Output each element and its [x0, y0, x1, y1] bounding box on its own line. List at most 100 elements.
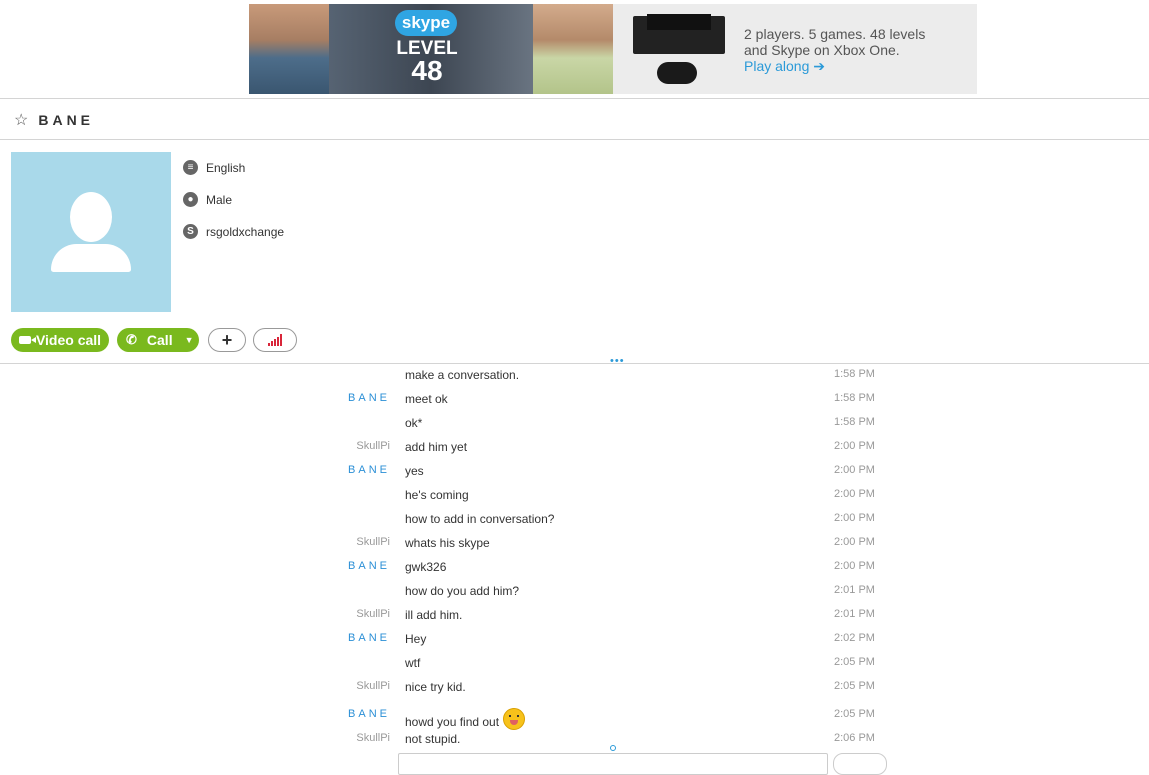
level-badge: LEVEL 48 — [395, 39, 459, 86]
message-text: ill add him. — [405, 608, 462, 622]
skype-icon: S — [183, 224, 198, 239]
language-value: English — [206, 160, 246, 175]
message-time: 2:00 PM — [834, 440, 875, 452]
message-input[interactable] — [398, 753, 828, 775]
message-sender[interactable]: BANE — [348, 632, 390, 644]
message-row[interactable]: he's coming 2:00 PM — [0, 483, 1149, 507]
message-time: 1:58 PM — [834, 392, 875, 404]
camera-icon — [18, 336, 36, 344]
message-sender[interactable]: SkullPi — [356, 608, 390, 620]
message-text: yes — [405, 464, 424, 478]
message-text-content: whats his skype — [405, 536, 490, 550]
message-text: add him yet — [405, 440, 467, 454]
message-time: 2:05 PM — [834, 680, 875, 692]
video-call-button[interactable]: Video call — [11, 328, 109, 352]
message-text: how to add in conversation? — [405, 512, 554, 526]
call-button[interactable]: ✆ Call ▼ — [117, 328, 199, 352]
message-text-content: make a conversation. — [405, 368, 520, 382]
skype-logo: skype — [395, 10, 457, 36]
profile-skype-name: S rsgoldxchange — [183, 224, 284, 239]
message-row[interactable]: SkullPi ill add him. 2:01 PM — [0, 603, 1149, 627]
ad-copy: 2 players. 5 games. 48 levels and Skype … — [744, 26, 925, 58]
message-text: not stupid. — [405, 732, 460, 746]
avatar-head-icon — [70, 192, 112, 242]
message-text-content: how do you add him? — [405, 584, 520, 598]
profile-language: ≡ English — [183, 160, 245, 175]
message-text-content: he's coming — [405, 488, 469, 502]
divider — [0, 98, 1149, 99]
message-text: meet ok — [405, 392, 448, 406]
message-sender[interactable]: BANE — [348, 392, 390, 404]
message-time: 2:05 PM — [834, 656, 875, 668]
message-row[interactable]: SkullPi whats his skype 2:00 PM — [0, 531, 1149, 555]
message-time: 2:00 PM — [834, 536, 875, 548]
message-row[interactable]: how to add in conversation? 2:00 PM — [0, 507, 1149, 531]
message-time: 1:58 PM — [834, 368, 875, 380]
chevron-down-icon[interactable]: ▼ — [185, 335, 194, 345]
message-text-content: wtf — [405, 656, 421, 670]
divider — [0, 139, 1149, 140]
message-text: gwk326 — [405, 560, 446, 574]
message-sender[interactable]: BANE — [348, 708, 390, 720]
message-text: ok* — [405, 416, 422, 430]
message-row[interactable]: BANE gwk326 2:00 PM — [0, 555, 1149, 579]
message-sender[interactable]: BANE — [348, 464, 390, 476]
plus-icon: + — [221, 330, 233, 350]
level-number: 48 — [411, 55, 443, 86]
message-list[interactable]: make a conversation. 1:58 PM BANE meet ok 1:… — [0, 363, 1149, 749]
message-row[interactable]: SkullPi nice try kid. 2:05 PM — [0, 675, 1149, 699]
resize-handle-icon[interactable] — [610, 745, 616, 751]
message-time: 2:00 PM — [834, 464, 875, 476]
message-row[interactable]: SkullPi add him yet 2:00 PM — [0, 435, 1149, 459]
message-row[interactable]: SkullPi not stupid. 2:06 PM — [0, 727, 1149, 749]
message-time: 1:58 PM — [834, 416, 875, 428]
message-text: make a conversation. — [405, 368, 519, 382]
message-sender[interactable]: BANE — [348, 560, 390, 572]
send-button[interactable] — [833, 753, 887, 775]
message-row[interactable]: wtf 2:05 PM — [0, 651, 1149, 675]
message-text: Hey — [405, 632, 426, 646]
message-row[interactable]: BANE howd you find out 2:05 PM — [0, 703, 1149, 730]
signal-bars-icon — [268, 334, 284, 346]
gender-value: Male — [206, 192, 233, 207]
message-sender[interactable]: SkullPi — [356, 536, 390, 548]
message-row[interactable]: ok* 1:58 PM — [0, 411, 1149, 435]
speech-bubble-icon: ≡ — [183, 160, 198, 175]
add-button[interactable]: + — [208, 328, 246, 352]
message-text-content: gwk326 — [405, 560, 447, 574]
call-label: Call — [146, 332, 173, 348]
ad-line-1: 2 players. 5 games. 48 levels — [744, 26, 926, 42]
message-sender[interactable]: SkullPi — [356, 732, 390, 744]
avatar[interactable] — [11, 152, 171, 312]
ad-person-right — [533, 4, 613, 94]
call-quality-button[interactable] — [253, 328, 297, 352]
message-time: 2:06 PM — [834, 732, 875, 744]
star-icon[interactable]: ☆ — [14, 110, 28, 130]
profile-gender: ● Male — [183, 192, 232, 207]
message-text-content: not stupid. — [405, 732, 461, 746]
message-sender[interactable]: SkullPi — [356, 680, 390, 692]
play-along-link[interactable]: Play along ➔ — [744, 58, 825, 75]
message-row[interactable]: BANE Hey 2:02 PM — [0, 627, 1149, 651]
message-text-content: Hey — [405, 632, 427, 646]
message-row[interactable]: BANE meet ok 1:58 PM — [0, 387, 1149, 411]
message-time: 2:05 PM — [834, 708, 875, 720]
message-text: wtf — [405, 656, 420, 670]
message-text-content: ok* — [405, 416, 423, 430]
message-row[interactable]: make a conversation. 1:58 PM — [0, 363, 1149, 387]
xbox-skype-ad-banner[interactable]: skype LEVEL 48 2 players. 5 games. 48 le… — [249, 4, 977, 94]
contact-name: BANE — [38, 112, 95, 128]
contact-header: ☆ BANE — [14, 110, 94, 130]
message-row[interactable]: how do you add him? 2:01 PM — [0, 579, 1149, 603]
message-text: whats his skype — [405, 536, 490, 550]
message-time: 2:00 PM — [834, 512, 875, 524]
phone-icon: ✆ — [126, 332, 137, 347]
ad-person-left — [249, 4, 329, 94]
message-row[interactable]: BANE yes 2:00 PM — [0, 459, 1149, 483]
message-text-content: ill add him. — [405, 608, 463, 622]
message-time: 2:00 PM — [834, 488, 875, 500]
message-sender[interactable]: SkullPi — [356, 440, 390, 452]
kinect-icon — [647, 14, 711, 30]
skype-name-value: rsgoldxchange — [206, 224, 285, 239]
ad-line-2: and Skype on Xbox One. — [744, 42, 900, 58]
